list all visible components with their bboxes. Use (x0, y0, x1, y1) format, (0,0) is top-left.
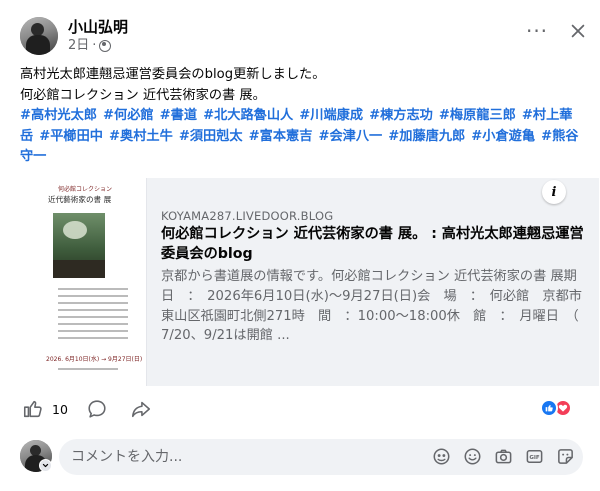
camera-icon[interactable] (494, 447, 513, 466)
author-name[interactable]: 小山弘明 (68, 18, 128, 37)
thumb-title: 近代藝術家の書 展 (48, 195, 112, 204)
more-horizontal-icon: ··· (525, 19, 549, 43)
hashtag-link[interactable]: #梅原龍三郎 (439, 108, 516, 123)
author-info: 小山弘明 2日 · (68, 18, 128, 54)
post-text-line: 何必館コレクション 近代芸術家の書 展。 (20, 87, 266, 103)
hashtag-list: #高村光太郎 #何必館 #書道 #北大路魯山人 #川端康成 #棟方志功 #梅原龍三郎 #村上華… (20, 106, 588, 168)
post-meta: 2日 · (68, 37, 128, 54)
hashtag-link[interactable]: #何必館 (103, 108, 154, 123)
post-header: 小山弘明 2日 · (20, 15, 128, 57)
post-text: 高村光太郎連翹忌運営委員会のblog更新しました。 何必館コレクション 近代芸術… (20, 65, 590, 106)
more-options-button[interactable]: ··· (525, 19, 549, 43)
thumb-subtitle: 何必館コレクション (58, 186, 113, 193)
close-icon (571, 24, 585, 38)
thumb-footer (58, 368, 118, 370)
gif-icon[interactable]: GIF (525, 447, 544, 466)
like-button[interactable]: 10 (22, 396, 68, 422)
preview-text: KOYAMA287.LIVEDOOR.BLOG 何必館コレクション 近代芸術家の… (161, 208, 591, 347)
hashtag-link[interactable]: #平櫛田中 (39, 129, 103, 144)
preview-description: 京都から書道展の情報です。何必館コレクション 近代芸術家の書 展期 日 ： 20… (161, 269, 591, 344)
comment-bubble-icon (88, 400, 106, 418)
thumb-artist-list (58, 288, 128, 344)
facebook-post: 小山弘明 2日 · ··· 高村光太郎連翹忌運営委員会のblog更新しました。 … (0, 0, 600, 491)
share-arrow-icon (131, 401, 151, 418)
comment-tools: GIF (432, 447, 575, 467)
meta-separator: · (92, 38, 97, 53)
post-actions: 10 (20, 396, 590, 424)
like-count[interactable]: 10 (52, 402, 68, 417)
share-button[interactable] (130, 396, 152, 422)
close-button[interactable] (566, 19, 590, 43)
info-button[interactable]: i (542, 180, 566, 204)
hashtag-link[interactable]: #小倉遊亀 (471, 129, 535, 144)
hashtag-link[interactable]: #会津八一 (318, 129, 382, 144)
info-icon: i (551, 184, 557, 200)
sticker-icon[interactable] (556, 447, 575, 466)
hashtag-link[interactable]: #棟方志功 (369, 108, 433, 123)
thumb-dates: 2026. 6月10日(水) → 9月27日(日) (46, 356, 143, 363)
like-reaction-icon (540, 399, 558, 417)
comment-input[interactable] (71, 439, 411, 475)
hashtag-link[interactable]: #奥村土牛 (109, 129, 173, 144)
hashtag-link[interactable]: #須田剋太 (179, 129, 243, 144)
link-preview-card[interactable]: 何必館コレクション 近代藝術家の書 展 2026. 6月10日(水) → 9月2… (36, 178, 599, 386)
emoji-icon[interactable] (463, 447, 482, 466)
preview-thumbnail: 何必館コレクション 近代藝術家の書 展 2026. 6月10日(水) → 9月2… (36, 178, 147, 386)
post-time[interactable]: 2日 (68, 37, 89, 54)
preview-domain: KOYAMA287.LIVEDOOR.BLOG (161, 209, 334, 223)
hashtag-link[interactable]: #高村光太郎 (20, 108, 97, 123)
hashtag-link[interactable]: #富本憲吉 (249, 129, 313, 144)
globe-icon[interactable] (99, 39, 112, 52)
hashtag-link[interactable]: #加藤唐九郎 (388, 129, 465, 144)
thumb-photo (53, 213, 105, 278)
chevron-down-icon[interactable] (39, 459, 52, 472)
hashtag-link[interactable]: #川端康成 (299, 108, 363, 123)
author-avatar[interactable] (20, 17, 58, 55)
avatar-sticker-icon[interactable] (432, 447, 451, 466)
preview-title[interactable]: 何必館コレクション 近代芸術家の書 展。 : 高村光太郎連翹忌運営委員会のblo… (161, 225, 591, 264)
reactions-summary[interactable] (540, 398, 572, 418)
hashtag-link[interactable]: #書道 (160, 108, 197, 123)
hashtag-link[interactable]: #北大路魯山人 (203, 108, 293, 123)
thumbs-up-icon (23, 400, 42, 418)
comment-button[interactable] (86, 396, 108, 422)
svg-text:GIF: GIF (529, 455, 540, 461)
post-text-line: 高村光太郎連翹忌運営委員会のblog更新しました。 (20, 67, 326, 82)
comment-box[interactable]: GIF (59, 439, 583, 475)
